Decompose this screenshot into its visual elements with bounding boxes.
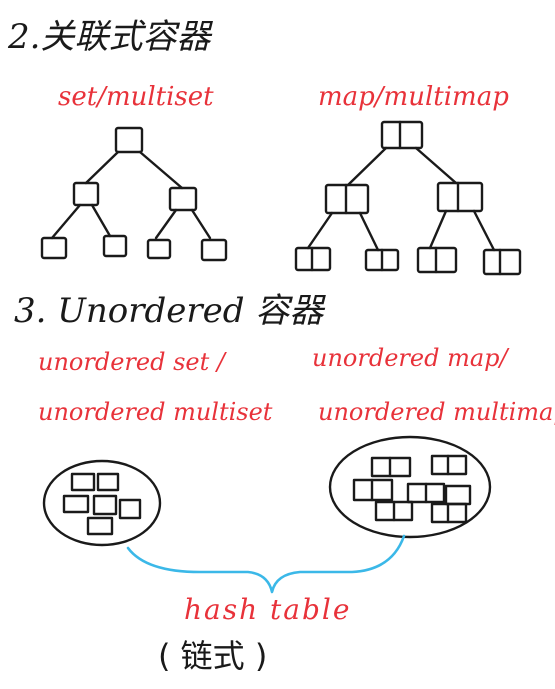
element-box <box>444 484 472 506</box>
element-box <box>96 472 120 492</box>
tree-edge <box>190 208 212 240</box>
tree-node <box>40 236 68 260</box>
tree-edge <box>414 146 458 185</box>
tree-node <box>168 186 198 212</box>
tree-edge <box>50 203 82 240</box>
unordered-set-blob <box>42 459 162 547</box>
tree-node <box>114 126 144 154</box>
tree-edge <box>138 150 184 190</box>
tree-edge <box>90 203 112 238</box>
hash-table-brace <box>126 534 406 594</box>
element-box <box>92 494 118 516</box>
tree-node <box>200 238 228 262</box>
element-box <box>86 516 114 536</box>
map-tree <box>294 120 522 276</box>
tree-edge <box>306 211 334 250</box>
element-box <box>70 472 96 492</box>
tree-edge <box>84 150 120 185</box>
unordered-map-blob <box>328 435 492 539</box>
tree-edge <box>346 146 388 187</box>
element-box <box>62 494 90 514</box>
tree-node <box>146 238 172 260</box>
tree-edge <box>472 209 496 252</box>
tree-node <box>436 181 484 213</box>
tree-node <box>72 181 100 207</box>
set-tree <box>40 126 228 262</box>
tree-edge <box>154 208 178 240</box>
tree-node <box>482 248 522 276</box>
tree-edge <box>358 211 380 252</box>
tree-edge <box>428 209 448 250</box>
tree-node <box>102 234 128 258</box>
diagram-canvas <box>40 120 522 594</box>
tree-node <box>380 120 424 150</box>
element-box <box>118 498 142 520</box>
